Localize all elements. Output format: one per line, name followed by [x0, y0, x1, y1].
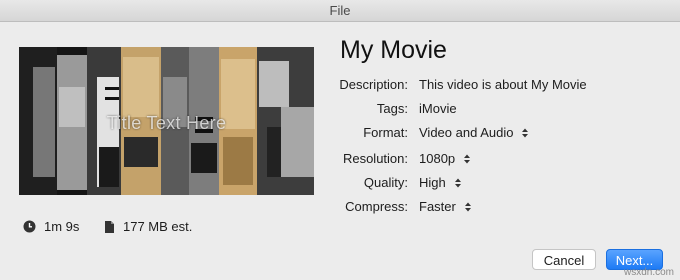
quality-label: Quality:: [363, 175, 408, 190]
duration-text: 1m 9s: [44, 219, 80, 234]
quality-popup[interactable]: High: [419, 175, 462, 190]
description-label: Description:: [339, 77, 408, 92]
size-text: 177 MB est.: [123, 219, 193, 234]
tags-label: Tags:: [376, 101, 408, 116]
clock-icon: [23, 220, 36, 233]
duration-stat: 1m 9s: [23, 219, 79, 234]
resolution-label: Resolution:: [342, 151, 408, 166]
window-title: File: [0, 0, 680, 22]
popup-arrows-icon: [463, 153, 471, 165]
compress-row: Compress: Faster: [300, 199, 660, 217]
format-label: Format:: [363, 125, 408, 140]
description-field[interactable]: This video is about My Movie: [419, 77, 587, 92]
video-preview: Title Text Here: [19, 47, 314, 195]
format-row: Format: Video and Audio: [300, 125, 660, 143]
popup-arrows-icon: [521, 127, 529, 139]
resolution-row: Resolution: 1080p: [300, 151, 660, 169]
watermark: wsxdn.com: [623, 267, 674, 278]
size-stat: 177 MB est.: [104, 219, 192, 234]
compress-popup[interactable]: Faster: [419, 199, 472, 214]
resolution-popup[interactable]: 1080p: [419, 151, 471, 166]
movie-title[interactable]: My Movie: [340, 36, 447, 65]
preview-title-overlay: Title Text Here: [106, 113, 227, 133]
tags-field[interactable]: iMovie: [419, 101, 457, 116]
compress-label: Compress:: [345, 199, 408, 214]
popup-arrows-icon: [464, 201, 472, 213]
cancel-button[interactable]: Cancel: [532, 249, 596, 270]
format-popup[interactable]: Video and Audio: [419, 125, 529, 140]
tags-row: Tags: iMovie: [300, 101, 660, 119]
document-icon: [104, 220, 115, 234]
popup-arrows-icon: [454, 177, 462, 189]
quality-row: Quality: High: [300, 175, 660, 193]
description-row: Description: This video is about My Movi…: [300, 77, 660, 95]
